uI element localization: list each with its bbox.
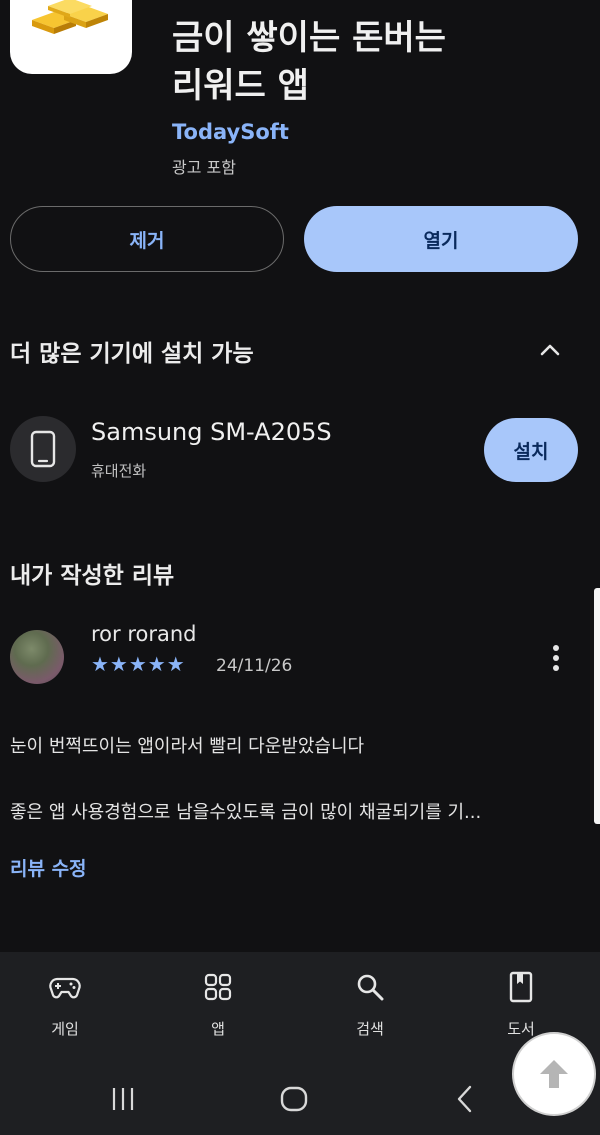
app-title-line-1: 금이 쌓이는 돈버는 (172, 18, 446, 58)
system-navigation-bar (0, 1060, 600, 1135)
device-type: 휴대전화 (91, 462, 147, 480)
review-text-line-1: 눈이 번쩍뜨이는 앱이라서 빨리 다운받았습니다 (10, 736, 365, 757)
app-title: 금이 쌓이는 돈버는 리워드 앱 (172, 14, 532, 110)
more-devices-title: 더 많은 기기에 설치 가능 (10, 341, 254, 367)
uninstall-button-label: 제거 (129, 229, 165, 252)
review-text-line-2: 좋은 앱 사용경험으로 남을수있도록 금이 많이 채굴되기를 기... (10, 802, 482, 823)
gamepad-icon (49, 977, 81, 999)
gold-bars-icon (32, 0, 108, 34)
nav-games-label: 게임 (51, 1020, 79, 1038)
install-button-label: 설치 (513, 440, 549, 463)
home-icon[interactable] (279, 1084, 309, 1114)
my-review-title: 내가 작성한 리뷰 (10, 563, 175, 589)
apps-grid-icon (204, 973, 232, 1001)
nav-item-games[interactable]: 게임 (15, 970, 115, 1039)
open-button-label: 열기 (423, 229, 459, 252)
search-icon (357, 974, 384, 1001)
chevron-up-icon[interactable] (536, 336, 564, 364)
more-vert-icon[interactable] (546, 642, 566, 674)
device-avatar (10, 416, 76, 482)
reviewer-name: ror rorand (91, 622, 197, 646)
phone-icon (30, 430, 56, 468)
bottom-navigation: 게임 앱 검색 도서 (0, 952, 600, 1060)
scroll-indicator (594, 588, 600, 824)
device-name: Samsung SM-A205S (91, 418, 332, 446)
edit-review-link[interactable]: 리뷰 수정 (10, 854, 87, 881)
nav-books-label: 도서 (507, 1020, 535, 1038)
star-rating: ★★★★★ (91, 652, 186, 676)
avatar (10, 630, 64, 684)
install-button[interactable]: 설치 (484, 418, 578, 482)
open-button[interactable]: 열기 (304, 206, 578, 272)
nav-apps-label: 앱 (211, 1020, 225, 1038)
arrow-up-icon (540, 1060, 568, 1088)
developer-link[interactable]: TodaySoft (172, 120, 289, 144)
app-icon (10, 0, 132, 74)
recent-apps-icon[interactable] (108, 1084, 138, 1114)
contains-ads-label: 광고 포함 (172, 158, 236, 177)
nav-item-books[interactable]: 도서 (471, 970, 571, 1039)
scroll-to-top-button[interactable] (512, 1032, 596, 1116)
review-date: 24/11/26 (216, 656, 293, 676)
nav-search-label: 검색 (356, 1020, 384, 1038)
app-details-page: 금이 쌓이는 돈버는 리워드 앱 TodaySoft 광고 포함 제거 열기 더… (0, 0, 600, 1135)
uninstall-button[interactable]: 제거 (10, 206, 284, 272)
book-icon (509, 971, 533, 1003)
nav-item-apps[interactable]: 앱 (168, 970, 268, 1039)
app-title-line-2: 리워드 앱 (172, 66, 309, 106)
back-icon[interactable] (454, 1084, 476, 1114)
nav-item-search[interactable]: 검색 (320, 970, 420, 1039)
